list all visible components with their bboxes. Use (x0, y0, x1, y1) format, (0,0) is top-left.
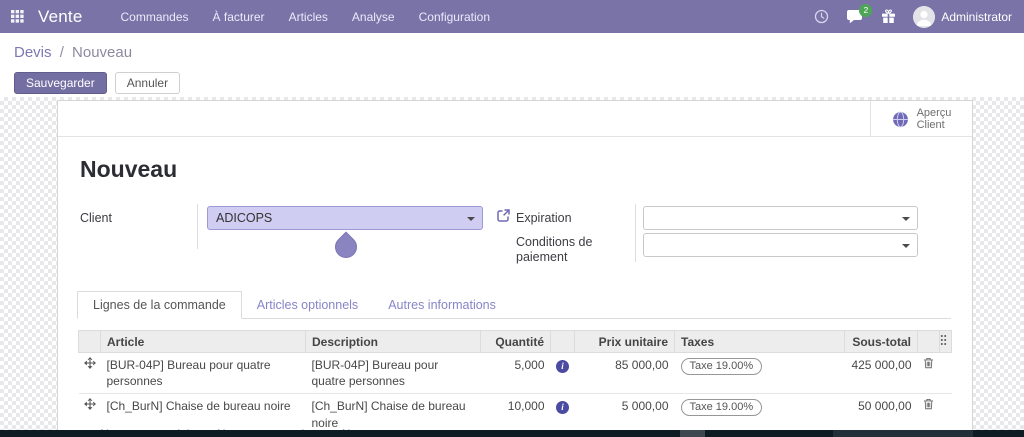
client-value: ADICOPS (216, 211, 272, 225)
subtotal-column-header: Sous-total (845, 331, 918, 353)
tab-optional-products[interactable]: Articles optionnels (242, 292, 373, 318)
unit-price-cell[interactable]: 85 000,00 (575, 353, 675, 394)
main-menu: Commandes À facturer Articles Analyse Co… (121, 10, 491, 24)
record-title: Nouveau (80, 156, 177, 183)
text-selection-handle (330, 231, 361, 262)
activities-clock-icon[interactable] (814, 9, 829, 24)
unit-price-column-header: Prix unitaire (575, 331, 675, 353)
quantity-column-header: Quantité (481, 331, 551, 353)
quotation-form-sheet: Aperçu Client Nouveau Client ADICOPS (57, 100, 973, 437)
nav-item-commandes[interactable]: Commandes (121, 10, 189, 24)
info-icon[interactable]: i (556, 360, 569, 373)
order-lines-table: Article Description Quantité Prix unitai… (78, 330, 952, 436)
messages-icon[interactable]: 2 (846, 9, 864, 25)
tax-pill[interactable]: Taxe 19.00% (681, 358, 763, 375)
payment-terms-label: Conditions de paiement (516, 235, 616, 265)
caret-down-icon (467, 217, 475, 221)
avatar (913, 6, 935, 28)
payment-terms-field[interactable] (643, 233, 918, 257)
description-cell[interactable]: [BUR-04P] Bureau pour quatre personnes (306, 353, 481, 394)
save-button[interactable]: Sauvegarder (14, 72, 107, 94)
breadcrumb-separator: / (60, 44, 64, 61)
top-navbar: Vente Commandes À facturer Articles Anal… (0, 0, 1024, 33)
client-field[interactable]: ADICOPS (207, 206, 483, 230)
trash-icon[interactable] (923, 398, 934, 414)
nav-right-icons: 2 (814, 6, 1024, 28)
user-name: Administrator (941, 10, 1012, 24)
control-panel: Devis / Nouveau Sauvegarder Annuler (0, 33, 1024, 97)
nav-item-a-facturer[interactable]: À facturer (213, 10, 265, 24)
nav-item-articles[interactable]: Articles (289, 10, 328, 24)
apps-menu-button[interactable] (0, 0, 34, 33)
customer-preview-button[interactable]: Aperçu Client (870, 101, 972, 137)
tab-other-info[interactable]: Autres informations (373, 292, 511, 318)
record-actions: Sauvegarder Annuler (14, 72, 180, 94)
tax-pill[interactable]: Taxe 19.00% (681, 399, 763, 416)
gift-icon[interactable] (881, 9, 896, 24)
notebook-tabs: Lignes de la commande Articles optionnel… (77, 291, 951, 319)
content-background: Aperçu Client Nouveau Client ADICOPS (0, 97, 1024, 437)
article-column-header: Article (101, 331, 306, 353)
breadcrumb-devis[interactable]: Devis (14, 44, 52, 61)
drag-handle-icon[interactable] (84, 398, 96, 414)
trash-column-header (918, 331, 940, 353)
taxes-cell: Taxe 19.00% (675, 353, 845, 394)
expiration-field[interactable] (643, 206, 918, 230)
label-separator-right (635, 204, 636, 262)
tab-order-lines[interactable]: Lignes de la commande (77, 291, 242, 319)
info-column-header (551, 331, 575, 353)
caret-down-icon (902, 244, 910, 248)
taxes-column-header: Taxes (675, 331, 845, 353)
apps-grid-icon (11, 10, 24, 23)
column-options-header (940, 331, 952, 353)
info-cell: i (551, 353, 575, 394)
table-header-row: Article Description Quantité Prix unitai… (79, 331, 952, 353)
app-name[interactable]: Vente (38, 7, 83, 27)
bottom-bar (0, 430, 1024, 437)
bottom-bar-segment (680, 430, 705, 437)
label-separator-left (197, 204, 198, 249)
breadcrumb-current: Nouveau (72, 44, 132, 61)
globe-icon (892, 111, 909, 128)
caret-down-icon (902, 217, 910, 221)
drag-handle-icon[interactable] (84, 357, 96, 373)
row-drag-cell (79, 353, 101, 394)
user-menu[interactable]: Administrator (913, 6, 1012, 28)
handle-column-header (79, 331, 101, 353)
trash-icon[interactable] (923, 357, 934, 373)
nav-item-analyse[interactable]: Analyse (352, 10, 395, 24)
external-link-icon[interactable] (496, 208, 511, 228)
article-cell[interactable]: [BUR-04P] Bureau pour quatre personnes (101, 353, 306, 394)
cancel-button[interactable]: Annuler (115, 72, 180, 94)
customer-preview-label: Aperçu Client (917, 107, 952, 131)
table-row: [BUR-04P] Bureau pour quatre personnes [… (79, 353, 952, 394)
form-statusbar: Aperçu Client (58, 101, 972, 137)
column-options-icon[interactable] (940, 334, 947, 349)
breadcrumb: Devis / Nouveau (14, 44, 132, 61)
expiration-label: Expiration (516, 211, 572, 225)
subtotal-cell: 425 000,00 (845, 353, 918, 394)
trash-cell (918, 353, 940, 394)
info-icon[interactable]: i (556, 401, 569, 414)
messages-badge: 2 (859, 4, 872, 17)
nav-item-configuration[interactable]: Configuration (419, 10, 490, 24)
client-label: Client (80, 211, 112, 225)
screen: Vente Commandes À facturer Articles Anal… (0, 0, 1024, 437)
bottom-bar-segment (833, 430, 973, 437)
description-column-header: Description (306, 331, 481, 353)
quantity-cell[interactable]: 5,000 (481, 353, 551, 394)
